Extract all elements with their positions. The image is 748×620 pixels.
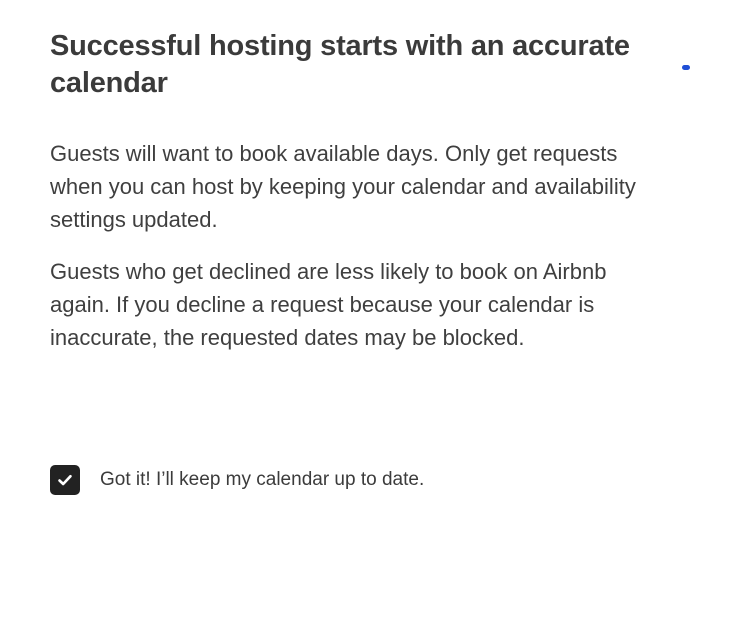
- calendar-agreement-checkbox[interactable]: [50, 465, 80, 495]
- declined-guests-paragraph: Guests who get declined are less likely …: [50, 259, 607, 350]
- calendar-agreement-row[interactable]: Got it! I’ll keep my calendar up to date…: [50, 465, 424, 495]
- availability-paragraph: Guests will want to book available days.…: [50, 141, 636, 232]
- calendar-agreement-label: Got it! I’ll keep my calendar up to date…: [100, 469, 425, 490]
- page-title: Successful hosting starts with an accura…: [50, 30, 630, 99]
- checkmark-icon: [58, 474, 72, 486]
- calendar-accuracy-panel: Successful hosting starts with an accura…: [50, 28, 660, 354]
- loading-indicator-icon: [682, 65, 690, 70]
